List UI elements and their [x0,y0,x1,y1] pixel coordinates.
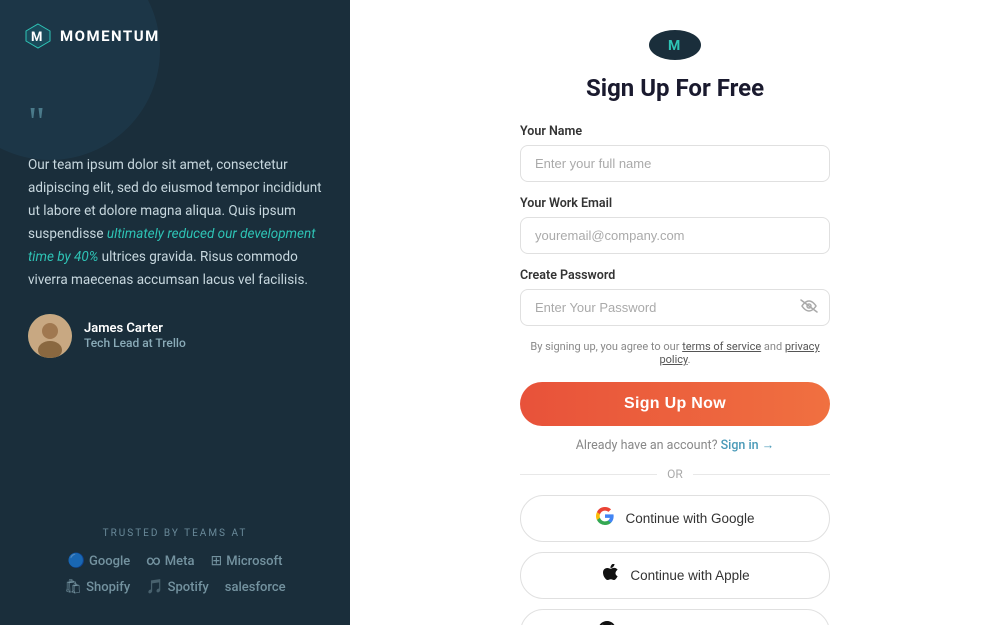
google-signin-label: Continue with Google [625,511,754,526]
left-panel: M MOMENTUM " Our team ipsum dolor sit am… [0,0,350,625]
testimonial-section: " Our team ipsum dolor sit amet, consect… [0,72,350,508]
right-panel: M Sign Up For Free Your Name Your Work E… [350,0,1000,625]
author-info: James Carter Tech Lead at Trello [84,321,186,350]
google-icon [595,507,615,530]
signin-link[interactable]: Sign in → [721,438,775,453]
github-signin-button[interactable]: Continue with Github [520,609,830,625]
brand-logos: 🔵 Google ∞ Meta ⊞ Microsoft 🛍 Shopify 🎵 … [28,553,322,595]
testimonial-text: Our team ipsum dolor sit amet, consectet… [28,154,322,292]
apple-signin-button[interactable]: Continue with Apple [520,552,830,599]
password-field-group: Create Password [520,268,830,326]
or-divider: OR [520,467,830,481]
google-signin-button[interactable]: Continue with Google [520,495,830,542]
password-label: Create Password [520,268,830,283]
email-label: Your Work Email [520,196,830,211]
svg-text:M: M [31,30,42,45]
author-name: James Carter [84,321,186,336]
or-line-right [693,474,830,475]
svg-text:M: M [668,38,680,54]
brand-shopify: 🛍 Shopify [64,579,130,595]
email-input[interactable] [520,217,830,254]
or-text: OR [667,467,683,481]
logo-container: M MOMENTUM [0,0,350,72]
trusted-section: TRUSTED BY TEAMS AT 🔵 Google ∞ Meta ⊞ Mi… [0,508,350,595]
or-line-left [520,474,657,475]
brand-salesforce: salesforce [225,580,286,595]
apple-icon [600,564,620,587]
email-field-group: Your Work Email [520,196,830,254]
toggle-password-icon[interactable] [800,299,818,317]
name-input[interactable] [520,145,830,182]
page-title: Sign Up For Free [586,74,764,102]
brand-meta: ∞ Meta [146,553,194,569]
name-field-group: Your Name [520,124,830,182]
signin-prompt: Already have an account? Sign in → [520,438,830,453]
terms-link[interactable]: terms of service [682,340,761,353]
password-wrapper [520,289,830,326]
trusted-label: TRUSTED BY TEAMS AT [28,528,322,539]
brand-google: 🔵 Google [68,553,131,569]
brand-microsoft: ⊞ Microsoft [210,553,282,569]
github-icon [597,621,617,625]
momentum-logo-icon: M [24,22,52,50]
avatar [28,314,72,358]
password-input[interactable] [520,289,830,326]
brand-spotify: 🎵 Spotify [146,579,209,595]
right-logo-icon: M [649,30,701,60]
quote-mark: " [28,102,322,144]
author-title: Tech Lead at Trello [84,336,186,350]
signup-button[interactable]: Sign Up Now [520,382,830,426]
apple-signin-label: Continue with Apple [630,568,749,583]
testimonial-author: James Carter Tech Lead at Trello [28,314,322,358]
signup-form: Your Name Your Work Email Create Passwor… [520,124,830,625]
terms-text: By signing up, you agree to our terms of… [520,340,830,366]
name-label: Your Name [520,124,830,139]
logo-text: MOMENTUM [60,27,160,45]
